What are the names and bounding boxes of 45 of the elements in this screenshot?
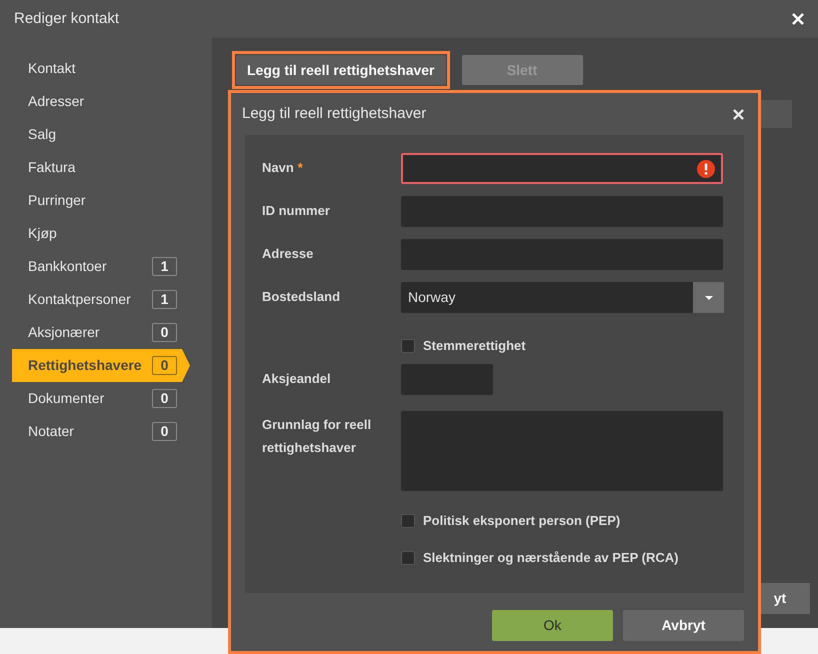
field-label: Aksjeandel	[262, 371, 331, 386]
country-dropdown[interactable]: Norway	[401, 282, 724, 313]
required-mark: *	[298, 160, 303, 175]
error-icon	[697, 160, 715, 178]
field-label: Adresse	[262, 246, 314, 261]
sidebar-item[interactable]: Bankkontoer 1	[12, 250, 190, 283]
sidebar-item[interactable]: Kontakt	[12, 52, 190, 85]
dialog-title: Rediger kontakt	[14, 8, 120, 29]
checkbox-label: Politisk eksponert person (PEP)	[423, 512, 620, 530]
count-badge: 1	[152, 257, 177, 276]
add-button[interactable]: Legg til reell rettighetshaver	[236, 55, 446, 85]
sidebar-item[interactable]: Notater 0	[12, 415, 190, 448]
text-area[interactable]	[401, 411, 723, 491]
sidebar-item[interactable]: Dokumenter 0	[12, 382, 190, 415]
count-badge: 1	[152, 290, 177, 309]
field-label: Navn	[262, 160, 294, 175]
ok-button[interactable]: Ok	[492, 610, 613, 641]
field-label: Bostedsland	[262, 289, 340, 304]
modal-title: Legg til reell rettighetshaver	[242, 104, 426, 124]
count-badge: 0	[152, 389, 177, 408]
sidebar-item[interactable]: Salg	[12, 118, 190, 151]
sidebar-item[interactable]: Kjøp	[12, 217, 190, 250]
checkbox[interactable]	[401, 550, 415, 564]
sidebar-item[interactable]: Rettighetshavere 0	[12, 349, 190, 382]
cancel-button[interactable]: Avbryt	[623, 610, 744, 641]
field-label: Grunnlag for reell rettighetshaver	[262, 417, 372, 455]
checkbox-label: Stemmerettighet	[423, 336, 526, 355]
sidebar-item[interactable]: Kontaktpersoner 1	[12, 283, 190, 316]
count-badge: 0	[152, 356, 177, 375]
caret-icon	[704, 296, 712, 300]
checkbox[interactable]	[401, 338, 415, 352]
count-badge: 0	[152, 422, 177, 441]
field-label: ID nummer	[262, 203, 330, 218]
checkbox-label: Slektninger og nærstående av PEP (RCA)	[423, 548, 678, 567]
sidebar-item[interactable]: Faktura	[12, 151, 190, 184]
sidebar-item[interactable]: Aksjonærer 0	[12, 316, 190, 349]
checkbox[interactable]	[401, 514, 415, 528]
close-icon[interactable]	[733, 108, 744, 120]
input-field[interactable]	[401, 153, 723, 184]
input-field[interactable]	[401, 196, 723, 227]
sidebar-item[interactable]: Purringer	[12, 184, 190, 217]
input-field[interactable]	[401, 364, 493, 395]
input-field[interactable]	[401, 239, 723, 270]
sidebar-item[interactable]: Adresser	[12, 85, 190, 118]
count-badge: 0	[152, 323, 177, 342]
